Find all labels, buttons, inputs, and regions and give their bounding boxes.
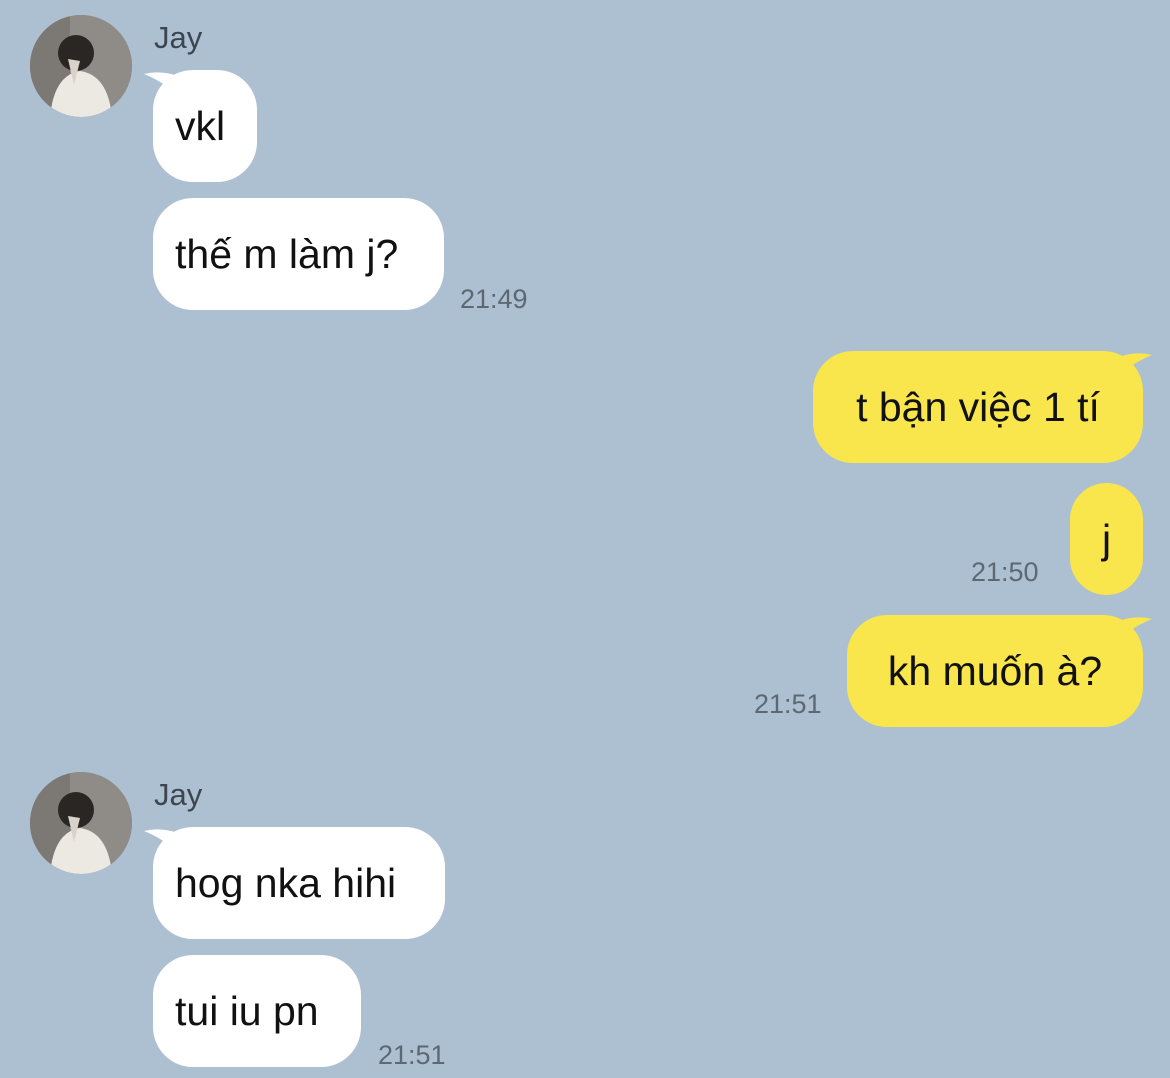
message-bubble-outgoing[interactable]: j <box>1070 483 1143 595</box>
message-bubble-incoming[interactable]: vkl <box>153 70 257 182</box>
message-timestamp: 21:49 <box>460 284 528 314</box>
sender-name: Jay <box>154 20 203 55</box>
message-timestamp: 21:51 <box>754 689 822 719</box>
user-avatar-icon <box>30 15 132 117</box>
message-bubble-outgoing[interactable]: kh muốn à? <box>847 615 1143 727</box>
avatar[interactable] <box>30 772 132 874</box>
message-timestamp: 21:50 <box>971 557 1039 587</box>
message-bubble-outgoing[interactable]: t bận việc 1 tí <box>813 351 1143 463</box>
message-bubble-incoming[interactable]: hog nka hihi <box>153 827 445 939</box>
user-avatar-icon <box>30 772 132 874</box>
message-timestamp: 21:51 <box>378 1040 446 1070</box>
sender-name: Jay <box>154 777 203 812</box>
message-bubble-incoming[interactable]: tui iu pn <box>153 955 361 1067</box>
message-bubble-incoming[interactable]: thế m làm j? <box>153 198 444 310</box>
avatar[interactable] <box>30 15 132 117</box>
